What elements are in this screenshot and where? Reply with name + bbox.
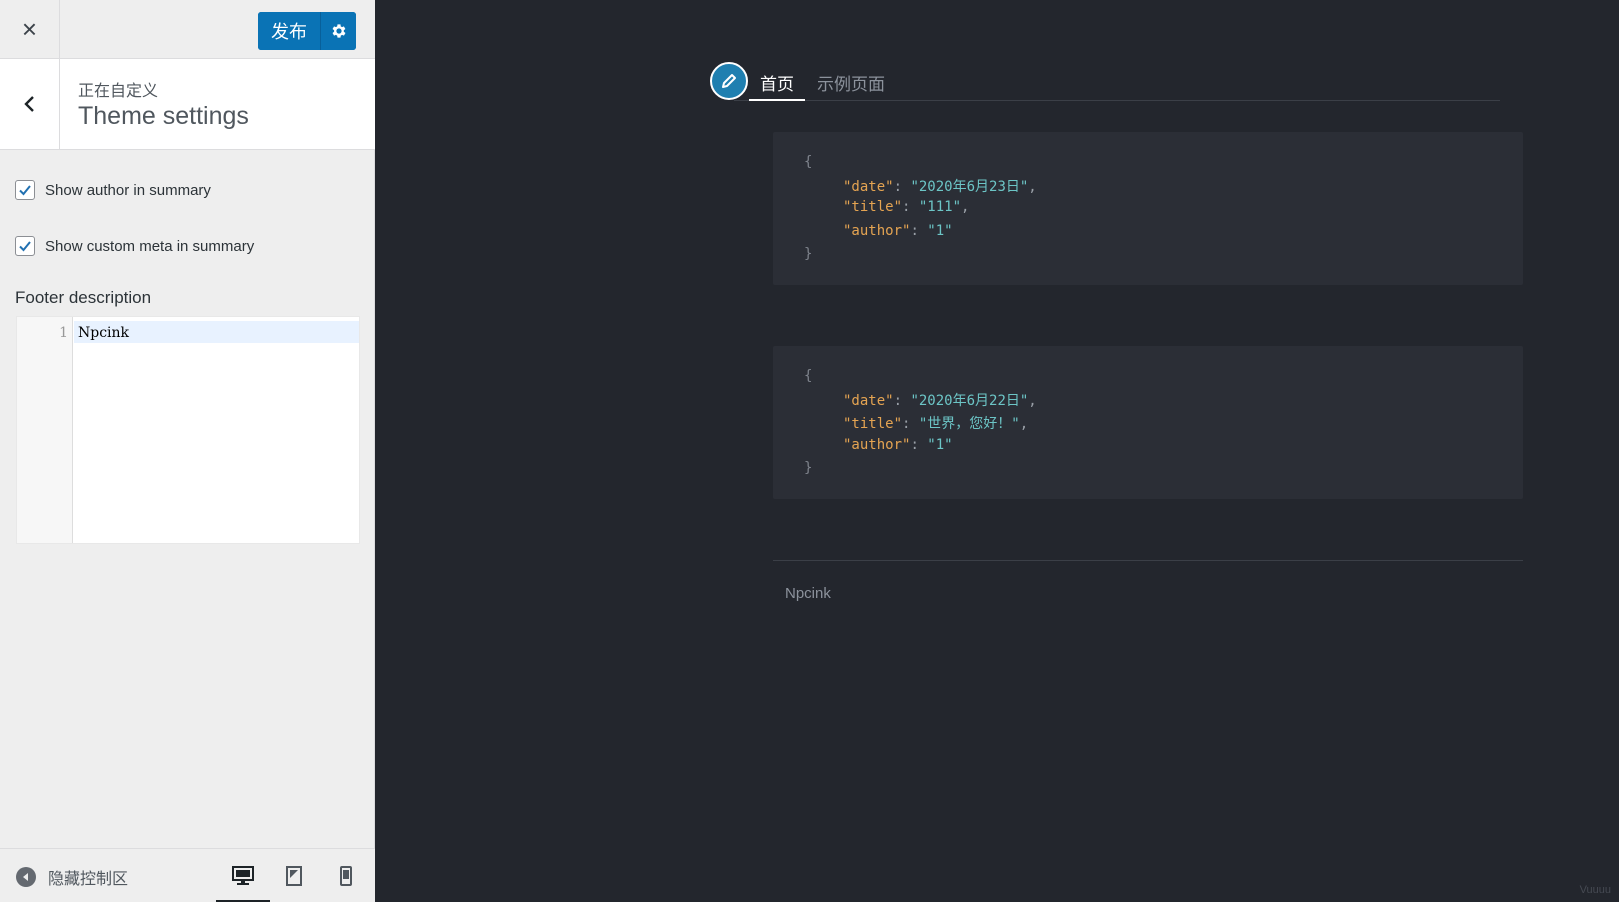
json-close-brace: } bbox=[804, 246, 813, 262]
back-button[interactable] bbox=[0, 59, 60, 149]
json-key: "author" bbox=[843, 223, 911, 239]
json-line-author: "author": "1" bbox=[843, 437, 953, 453]
sidebar-header: × 发布 bbox=[0, 0, 375, 59]
site-footer-text: Npcink bbox=[785, 585, 831, 602]
json-value: "世界，您好！" bbox=[918, 416, 1020, 432]
json-value: "2020年6月23日" bbox=[910, 179, 1029, 195]
json-open-brace: { bbox=[804, 154, 813, 170]
active-tab-underline bbox=[749, 99, 805, 101]
footer-divider bbox=[773, 560, 1523, 561]
checkbox-label: Show author in summary bbox=[45, 181, 211, 199]
preview-desktop-button[interactable] bbox=[225, 859, 261, 893]
json-line-title: "title": "111", bbox=[843, 199, 970, 215]
json-close-brace: } bbox=[804, 460, 813, 476]
json-key: "title" bbox=[843, 199, 903, 215]
preview-mobile-button[interactable] bbox=[328, 859, 364, 893]
json-line-title: "title": "世界，您好！", bbox=[843, 416, 1029, 432]
json-key: "date" bbox=[843, 179, 894, 195]
gear-icon bbox=[332, 24, 345, 38]
hide-controls-label: 隐藏控制区 bbox=[48, 871, 129, 888]
site-nav: 首页 示例页面 bbox=[710, 62, 1500, 101]
json-value: "2020年6月22日" bbox=[910, 393, 1029, 409]
json-key: "title" bbox=[843, 416, 903, 432]
checkbox-label: Show custom meta in summary bbox=[45, 237, 255, 255]
close-icon: × bbox=[21, 14, 38, 44]
close-button[interactable]: × bbox=[0, 0, 60, 59]
post-card: { "date": "2020年6月23日", "title": "111", … bbox=[773, 132, 1523, 285]
publish-settings-button[interactable] bbox=[320, 12, 356, 50]
chevron-left-icon bbox=[23, 96, 34, 112]
json-value: "111" bbox=[918, 199, 962, 215]
checkbox-show-author[interactable]: Show author in summary bbox=[15, 180, 211, 200]
tablet-icon bbox=[286, 866, 302, 886]
json-line-date: "date": "2020年6月22日", bbox=[843, 393, 1037, 409]
section-title: Theme settings bbox=[78, 102, 249, 130]
line-number: 1 bbox=[59, 325, 68, 341]
editor-line[interactable]: Npcink bbox=[78, 325, 129, 341]
json-key: "author" bbox=[843, 437, 911, 453]
desktop-icon bbox=[232, 866, 254, 885]
json-value: "1" bbox=[927, 437, 953, 453]
checkbox-show-custom-meta[interactable]: Show custom meta in summary bbox=[15, 236, 254, 256]
json-line-author: "author": "1" bbox=[843, 223, 953, 239]
hide-controls-button[interactable]: 隐藏控制区 bbox=[16, 865, 128, 889]
checkbox[interactable] bbox=[15, 236, 35, 256]
section-subtitle: 正在自定义 bbox=[78, 83, 159, 100]
checkmark-icon bbox=[19, 241, 31, 252]
line-gutter: 1 bbox=[17, 317, 73, 543]
site-logo[interactable] bbox=[710, 62, 748, 100]
footer-description-editor[interactable]: 1 Npcink bbox=[16, 316, 360, 544]
sidebar-footer: 隐藏控制区 bbox=[0, 848, 375, 902]
json-key: "date" bbox=[843, 393, 894, 409]
publish-button[interactable]: 发布 bbox=[258, 12, 320, 50]
publish-group: 发布 bbox=[258, 12, 356, 50]
json-open-brace: { bbox=[804, 368, 813, 384]
mobile-icon bbox=[340, 866, 352, 886]
collapse-icon bbox=[16, 867, 36, 887]
nav-tab-home[interactable]: 首页 bbox=[760, 70, 794, 95]
section-header: 正在自定义 Theme settings bbox=[0, 59, 375, 150]
preview-tablet-button[interactable] bbox=[276, 859, 312, 893]
json-line-date: "date": "2020年6月23日", bbox=[843, 179, 1037, 195]
post-card: { "date": "2020年6月22日", "title": "世界，您好！… bbox=[773, 346, 1523, 499]
checkmark-icon bbox=[19, 185, 31, 196]
pencil-icon bbox=[722, 74, 736, 88]
watermark: Vuuuu bbox=[1579, 884, 1611, 896]
customizer-sidebar: × 发布 正在自定义 Theme settings Show author in… bbox=[0, 0, 375, 902]
nav-tab-sample-page[interactable]: 示例页面 bbox=[817, 70, 885, 95]
json-value: "1" bbox=[927, 223, 953, 239]
site-preview: 首页 示例页面 { "date": "2020年6月23日", "title":… bbox=[376, 0, 1619, 902]
checkbox[interactable] bbox=[15, 180, 35, 200]
footer-description-label: Footer description bbox=[15, 288, 152, 307]
